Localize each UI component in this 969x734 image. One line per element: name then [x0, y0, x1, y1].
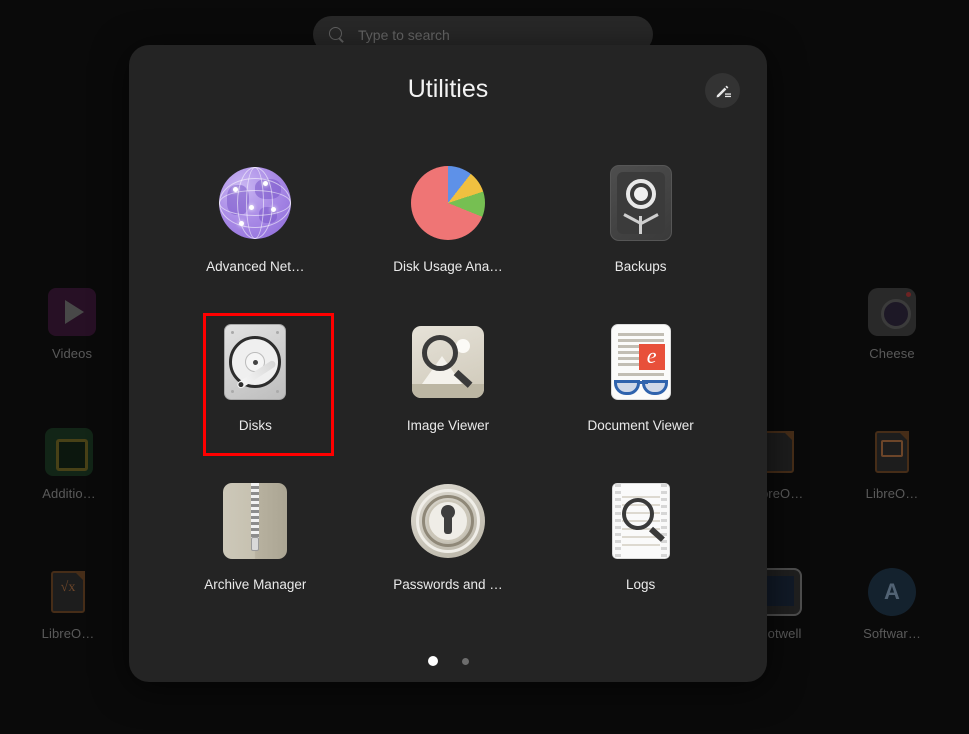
videos-icon — [48, 288, 96, 336]
search-icon — [329, 26, 345, 43]
app-item-backups[interactable]: Backups — [544, 155, 737, 314]
desktop-screen: Videos Cheese Additio… LibreO… LibreO… √… — [0, 0, 969, 734]
desktop-icon-software[interactable]: A Softwar… — [837, 568, 947, 641]
app-label: Disk Usage Ana… — [393, 259, 503, 274]
app-label: Advanced Net… — [206, 259, 305, 274]
app-item-logs[interactable]: Logs — [544, 473, 737, 632]
rename-folder-button[interactable] — [705, 73, 740, 108]
app-item-document-viewer[interactable]: e Document Viewer — [544, 314, 737, 473]
archive-manager-icon — [215, 481, 295, 561]
software-icon: A — [868, 568, 916, 616]
desktop-icon-label: Additio… — [42, 486, 96, 501]
app-label: Backups — [614, 259, 667, 274]
app-label: Logs — [626, 577, 656, 592]
app-item-archive-manager[interactable]: Archive Manager — [159, 473, 352, 632]
desktop-icon-additional-drivers[interactable]: Additio… — [14, 428, 124, 501]
app-label: Document Viewer — [587, 418, 694, 433]
app-folder-dialog: Utilities Advanced Net… Disk Usage Ana… … — [129, 45, 767, 682]
additional-drivers-icon — [45, 428, 93, 476]
desktop-icon-label: LibreO… — [41, 626, 95, 641]
desktop-icon-label: Softwar… — [863, 626, 921, 641]
libreoffice-impress-icon — [868, 428, 916, 476]
desktop-icon-cheese[interactable]: Cheese — [837, 288, 947, 361]
document-viewer-icon: e — [601, 322, 681, 402]
desktop-icon-label: Cheese — [869, 346, 915, 361]
desktop-icon-label: LibreO… — [865, 486, 919, 501]
app-label: Disks — [238, 418, 272, 433]
search-input-placeholder: Type to search — [358, 26, 450, 43]
edit-pencil-icon — [716, 85, 731, 97]
app-grid: Advanced Net… Disk Usage Ana… Backups Di… — [159, 155, 737, 632]
disks-icon — [215, 322, 295, 402]
page-indicator — [129, 656, 767, 666]
desktop-icon-libreoffice-impress[interactable]: LibreO… — [837, 428, 947, 501]
app-item-disks[interactable]: Disks — [159, 314, 352, 473]
desktop-icon-videos[interactable]: Videos — [17, 288, 127, 361]
app-item-passwords-and-keys[interactable]: Passwords and … — [352, 473, 545, 632]
logs-icon — [601, 481, 681, 561]
passwords-and-keys-icon — [408, 481, 488, 561]
cheese-icon — [868, 288, 916, 336]
image-viewer-icon — [408, 322, 488, 402]
libreoffice-math-icon: √x — [44, 568, 92, 616]
app-item-advanced-network[interactable]: Advanced Net… — [159, 155, 352, 314]
app-label: Passwords and … — [393, 577, 503, 592]
folder-title: Utilities — [407, 75, 489, 103]
app-label: Image Viewer — [406, 418, 490, 433]
desktop-icon-label: Videos — [51, 346, 93, 361]
page-dot-1[interactable] — [427, 656, 438, 666]
app-item-image-viewer[interactable]: Image Viewer — [352, 314, 545, 473]
page-dot-2[interactable] — [461, 657, 469, 665]
desktop-icon-libreoffice-math[interactable]: √x LibreO… — [13, 568, 123, 641]
app-item-disk-usage-analyzer[interactable]: Disk Usage Ana… — [352, 155, 545, 314]
backups-icon — [601, 163, 681, 243]
app-label: Archive Manager — [204, 577, 307, 592]
advanced-network-configuration-icon — [215, 163, 295, 243]
disk-usage-analyzer-icon — [408, 163, 488, 243]
